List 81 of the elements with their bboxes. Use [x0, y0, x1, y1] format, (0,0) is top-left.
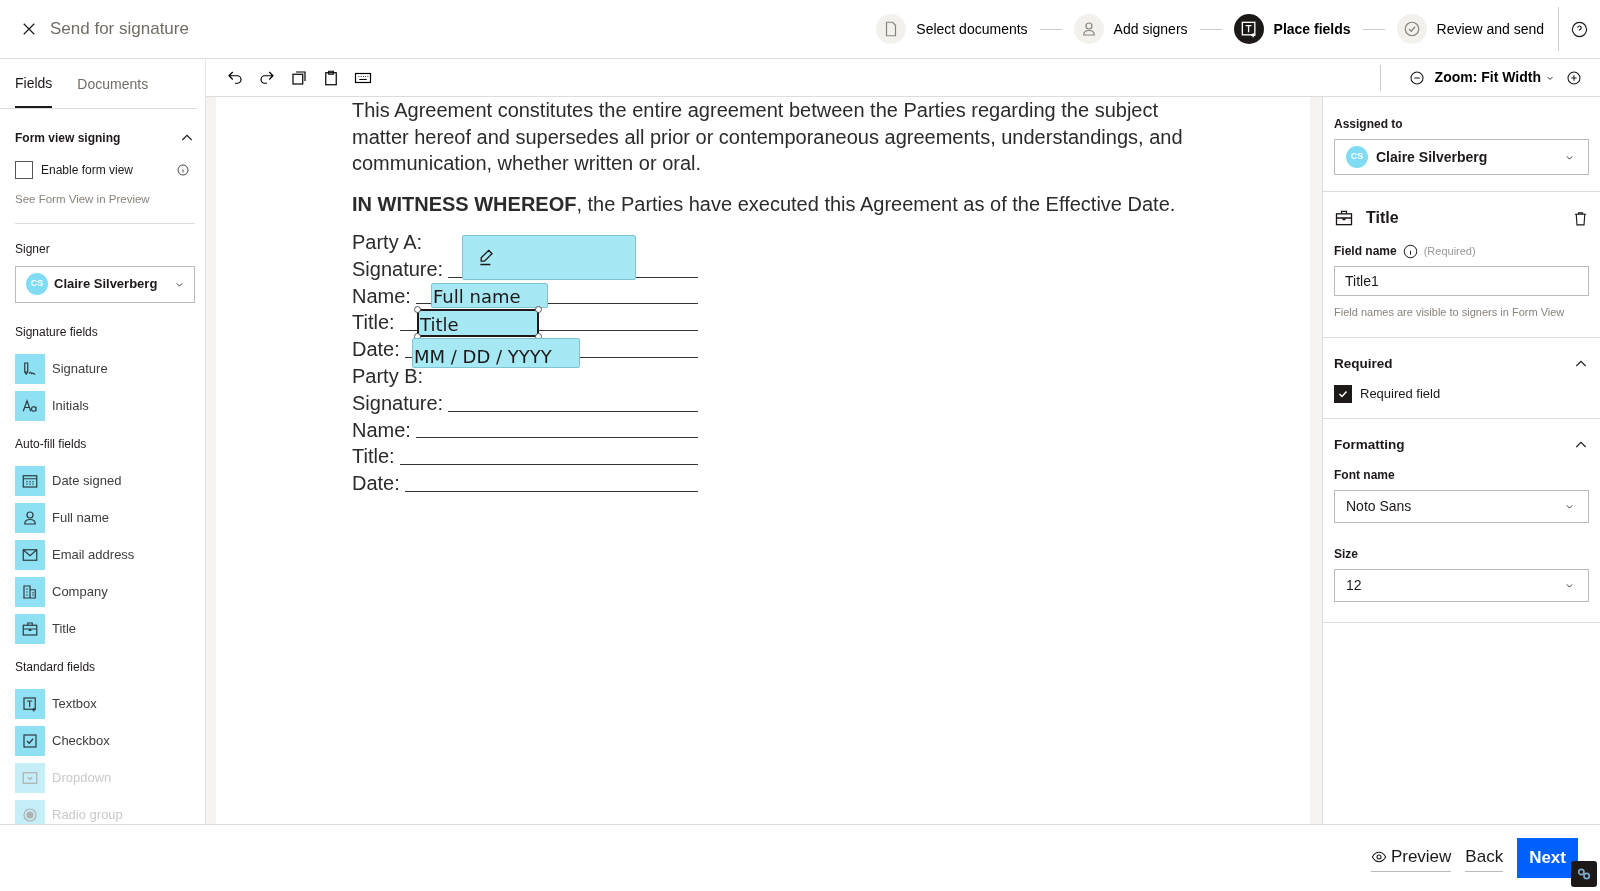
avatar: CS [26, 273, 48, 295]
step-tab[interactable]: Select documents [876, 14, 1028, 44]
toolbar-button[interactable] [322, 68, 340, 87]
field-label: Field name [1334, 243, 1397, 260]
briefcase-icon [21, 619, 39, 638]
field-type-item[interactable]: Full name [15, 502, 110, 533]
zoom-dropdown[interactable]: Zoom: Fit Width [1434, 67, 1556, 88]
document-line: Name: [352, 417, 411, 443]
document-line: Signature: [352, 390, 444, 416]
checkbox-label: Enable form view [41, 162, 134, 179]
signer-name: Claire Silverberg [54, 275, 158, 294]
field-label: Signer [15, 240, 51, 258]
section-heading: Required [1334, 354, 1393, 373]
radio-icon [21, 805, 39, 824]
document-line: Signature: [352, 256, 444, 282]
field-type-item[interactable]: Email address [15, 539, 135, 570]
assignee-dropdown[interactable]: CS Claire Silverberg [1334, 139, 1589, 175]
field-type-item[interactable]: Checkbox [15, 725, 110, 756]
step-tab[interactable]: Add signers [1073, 14, 1188, 44]
field-type-item[interactable]: Company [15, 576, 108, 607]
next-button[interactable]: Next [1517, 838, 1578, 878]
panel-title: Title [1366, 208, 1399, 228]
building-icon [21, 582, 39, 601]
check-circle-icon [1402, 20, 1421, 38]
toolbar-button[interactable] [290, 68, 308, 87]
section-heading: Formatting [1334, 436, 1405, 455]
checkbox-icon [21, 731, 39, 750]
signature-field[interactable] [462, 235, 636, 280]
required-hint: (Required) [1423, 243, 1476, 259]
person-icon [21, 508, 39, 527]
field-type-item[interactable]: Date signed [15, 465, 122, 496]
group-heading: Standard fields [15, 658, 97, 676]
text-field[interactable]: Title [417, 309, 539, 337]
info-icon[interactable] [1402, 243, 1418, 259]
briefcase-icon [1334, 208, 1354, 228]
help-icon[interactable] [1571, 20, 1588, 38]
copy-icon [290, 68, 308, 87]
field-type-item[interactable]: Signature [15, 353, 108, 384]
zoom-in-icon[interactable] [1566, 69, 1582, 86]
trash-icon[interactable] [1572, 209, 1589, 227]
field-type-item[interactable]: Textbox [15, 688, 97, 719]
field-type-item[interactable]: Title [15, 613, 77, 644]
field-type-item[interactable]: Initials [15, 390, 89, 421]
document-line: Title: [352, 310, 395, 336]
document-line: Name: [352, 283, 411, 309]
document-paragraph: IN WITNESS WHEREOF, the Parties have executed this Agreement as of the Effective Date. [352, 191, 1177, 217]
preview-link[interactable]: Preview [1370, 843, 1452, 873]
document-paragraph: This Agreement constitutes the entire agreement between the Parties regarding the subject matter hereof and supersedes all prior or contemporaneous agreements, understandings, and communication, whether written or oral. [352, 98, 1184, 176]
document-line: Date: [352, 337, 400, 363]
helper-text: Field names are visible to signers in Form View [1334, 305, 1566, 320]
link-icon [1576, 866, 1592, 882]
field-label: Size [1334, 545, 1359, 563]
link-widget[interactable] [1571, 861, 1597, 887]
step-tab[interactable]: Review and send [1396, 14, 1544, 44]
checkbox-label: Required field [1360, 384, 1441, 403]
checkbox[interactable] [1334, 384, 1352, 403]
preview-link[interactable]: See Form View in Preview [15, 191, 150, 209]
group-heading: Signature fields [15, 323, 99, 341]
zoom-out-icon[interactable] [1408, 69, 1425, 86]
field-label: Font name [1334, 466, 1396, 484]
step-tab[interactable]: Place fields [1233, 14, 1351, 44]
group-heading: Auto-fill fields [15, 435, 88, 453]
input-field[interactable]: Title1 [1334, 266, 1589, 296]
document-line: Party A: [352, 230, 423, 255]
back-link[interactable]: Back [1465, 843, 1504, 873]
text-field[interactable]: MM / DD / YYYY [412, 338, 580, 368]
signer-dropdown[interactable]: CS Claire Silverberg [15, 265, 195, 303]
section-heading: Form view signing [15, 130, 121, 147]
page-title: Send for signature [50, 18, 189, 41]
document-line: Date: [352, 471, 400, 497]
size-dropdown[interactable]: 12 [1334, 568, 1589, 602]
sidebar-tab[interactable]: Documents [77, 59, 149, 108]
sidebar-tab[interactable]: Fields [15, 59, 53, 108]
text-box-icon [21, 694, 39, 713]
field-label: Assigned to [1334, 116, 1404, 133]
text-field[interactable]: Full name [431, 283, 548, 308]
avatar: CS [1346, 146, 1368, 168]
document-line: Title: [352, 444, 395, 470]
font-dropdown[interactable]: Noto Sans [1334, 489, 1589, 523]
checkbox[interactable] [15, 161, 33, 179]
clipboard-icon [322, 68, 340, 87]
